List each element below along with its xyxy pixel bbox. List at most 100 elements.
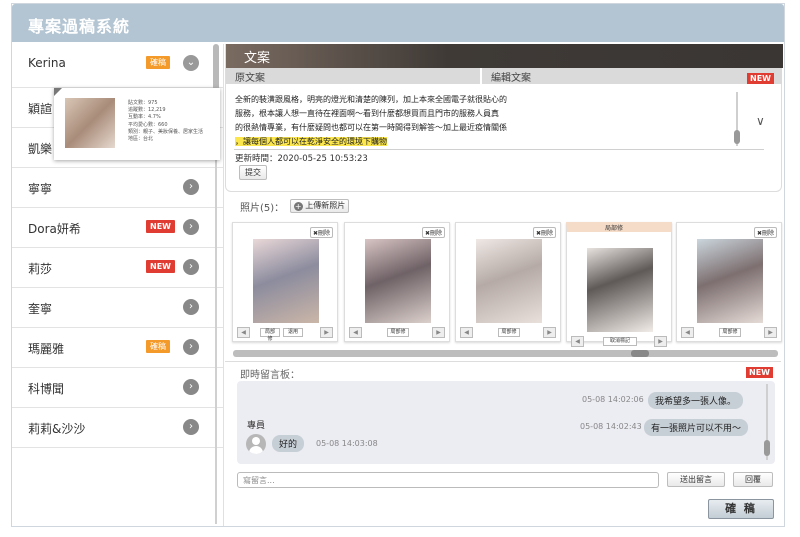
status-badge: 確稿 bbox=[146, 340, 170, 353]
copy-panel: 文案 原文案 編輯文案 NEW 全新的裝潢跟風格，明亮的燈光和清楚的陳列，加上本… bbox=[225, 44, 783, 192]
photo-action-button[interactable]: 局部修 bbox=[387, 328, 409, 337]
chevron-right-icon[interactable]: › bbox=[183, 179, 199, 195]
message-time: 05-08 14:02:43 bbox=[580, 422, 642, 431]
message-bubble: 我希望多一張人像。 bbox=[648, 392, 744, 409]
corner-marker bbox=[54, 88, 62, 96]
photo-card[interactable]: 局部修 ◀ ▶ 取消標記 bbox=[566, 222, 672, 347]
sidebar-item[interactable]: 奎寧 › bbox=[12, 288, 223, 328]
chat-label: 即時留言板： bbox=[240, 370, 300, 381]
sidebar-item-label: 寧寧 bbox=[28, 182, 53, 196]
sidebar-item[interactable]: Kerina 確稿 ⌄ bbox=[12, 44, 223, 88]
delete-photo-button[interactable]: ✖刪除 bbox=[753, 227, 777, 238]
arrow-right-icon[interactable]: ▶ bbox=[654, 336, 667, 347]
delete-photo-button[interactable]: ✖刪除 bbox=[532, 227, 556, 238]
sidebar-item[interactable]: 莉莎 NEW › bbox=[12, 248, 223, 288]
card-tag-label: 局部修 bbox=[605, 225, 624, 232]
copy-scrollbar[interactable] bbox=[734, 92, 740, 146]
copy-line: 的很熱情專業，有什麼疑問也都可以在第一時間得到解答～加上最近疫情關係 bbox=[235, 123, 507, 132]
arrow-right-icon[interactable]: ▶ bbox=[432, 327, 445, 338]
plus-icon: + bbox=[293, 202, 303, 211]
photo-card[interactable]: ✖刪除 ◀ ▶ 局部修 bbox=[455, 222, 561, 342]
edit-status-label: 局部修 bbox=[603, 223, 625, 232]
delete-photo-button[interactable]: ✖刪除 bbox=[421, 227, 445, 238]
upload-label: 上傳新照片 bbox=[305, 201, 346, 210]
sidebar-item[interactable]: 寧寧 › bbox=[12, 168, 223, 208]
sidebar-item-label: Dora妍希 bbox=[28, 222, 81, 236]
sidebar-item-label: 穎諠 bbox=[28, 102, 53, 116]
original-copy-column: 原文案 bbox=[226, 68, 480, 84]
photo-action-button[interactable]: 局部修 bbox=[719, 328, 741, 337]
copy-text[interactable]: 全新的裝潢跟風格，明亮的燈光和清楚的陳列，加上本來全國電子就很貼心的 服務，根本… bbox=[235, 93, 725, 149]
sidebar-item-label: 科博聞 bbox=[28, 382, 65, 396]
arrow-left-icon[interactable]: ◀ bbox=[681, 327, 694, 338]
send-message-button[interactable]: 送出留言 bbox=[667, 472, 725, 487]
chevron-right-icon[interactable]: › bbox=[183, 219, 199, 235]
delete-photo-button[interactable]: ✖刪除 bbox=[309, 227, 333, 238]
photo-action-button[interactable]: 局部修 bbox=[498, 328, 520, 337]
creator-stats: 貼文數：975 追蹤數：12,219 互動率：4.7% 平均愛心數：660 類別：親子、… bbox=[128, 100, 203, 143]
creator-preview-popup: 貼文數：975 追蹤數：12,219 互動率：4.7% 平均愛心數：660 類別：親子、… bbox=[54, 88, 220, 160]
arrow-left-icon[interactable]: ◀ bbox=[571, 336, 584, 347]
edited-copy-column: 編輯文案 bbox=[482, 68, 782, 84]
photo-action-button[interactable]: 退用 bbox=[283, 328, 303, 337]
sidebar-item[interactable]: 科博聞 › bbox=[12, 368, 223, 408]
copy-new-badge: NEW bbox=[747, 73, 774, 84]
submit-button[interactable]: 提交 bbox=[239, 165, 267, 180]
card-tag-label: 刪除 bbox=[429, 230, 442, 237]
arrow-right-icon[interactable]: ▶ bbox=[320, 327, 333, 338]
sidebar-item-label: 莉莉&沙沙 bbox=[28, 422, 86, 436]
photo-action-button[interactable]: 局部修 bbox=[260, 328, 280, 342]
photo-thumbnail[interactable] bbox=[253, 239, 319, 323]
sidebar-item[interactable]: Dora妍希 NEW › bbox=[12, 208, 223, 248]
chat-scrollbar[interactable] bbox=[763, 384, 771, 460]
confirm-button[interactable]: 確 稿 bbox=[708, 499, 774, 519]
arrow-right-icon[interactable]: ▶ bbox=[764, 327, 777, 338]
photo-card[interactable]: ✖刪除 ◀ ▶ 局部修 bbox=[344, 222, 450, 342]
app-title: 專案過稿系統 bbox=[12, 4, 784, 42]
upload-photo-button[interactable]: + 上傳新照片 bbox=[290, 199, 349, 213]
arrow-right-icon[interactable]: ▶ bbox=[543, 327, 556, 338]
message-input[interactable] bbox=[237, 472, 659, 488]
photo-card[interactable]: ✖刪除 ◀ ▶ 局部修 退用 bbox=[232, 222, 338, 342]
arrow-left-icon[interactable]: ◀ bbox=[349, 327, 362, 338]
status-badge: 確稿 bbox=[146, 56, 170, 69]
chevron-down-icon[interactable]: ∨ bbox=[756, 114, 765, 128]
card-tag-label: 刪除 bbox=[761, 230, 774, 237]
photo-thumbnail[interactable] bbox=[587, 248, 653, 332]
copy-header: 文案 bbox=[226, 44, 783, 68]
status-badge: NEW bbox=[146, 260, 175, 273]
chat-area: 05-08 14:02:06 我希望多一張人像。 05-08 14:02:43 … bbox=[237, 381, 775, 464]
copy-line: 全新的裝潢跟風格，明亮的燈光和清楚的陳列，加上本來全國電子就很貼心的 bbox=[235, 95, 507, 104]
stat-line: 類別：親子、美妝保養、居家生活 bbox=[128, 128, 204, 135]
chevron-right-icon[interactable]: › bbox=[183, 299, 199, 315]
sidebar-item[interactable]: 莉莉&沙沙 › bbox=[12, 408, 223, 448]
message-bubble: 好的 bbox=[272, 435, 305, 452]
stat-line: 地區：台北 bbox=[128, 136, 154, 143]
chevron-right-icon[interactable]: › bbox=[183, 339, 199, 355]
chevron-right-icon[interactable]: › bbox=[183, 259, 199, 275]
sender-name: 專員 bbox=[247, 421, 266, 431]
photos-scrollbar[interactable] bbox=[233, 350, 778, 357]
card-tag-label: 刪除 bbox=[540, 230, 553, 237]
chevron-down-icon[interactable]: ⌄ bbox=[183, 55, 199, 71]
copy-highlight-line: ，讓每個人都可以在乾淨安全的環境下購物 bbox=[235, 137, 387, 146]
photos-label: 照片(5)： bbox=[240, 203, 285, 214]
photo-thumbnail[interactable] bbox=[365, 239, 431, 323]
sidebar-item[interactable]: 瑪麗雅 確稿 › bbox=[12, 328, 223, 368]
arrow-left-icon[interactable]: ◀ bbox=[460, 327, 473, 338]
message-bubble: 有一張照片可以不用～ bbox=[644, 419, 749, 436]
chevron-right-icon[interactable]: › bbox=[183, 419, 199, 435]
arrow-left-icon[interactable]: ◀ bbox=[237, 327, 250, 338]
message-time: 05-08 14:03:08 bbox=[316, 439, 378, 448]
user-avatar-icon bbox=[246, 434, 266, 454]
photo-action-button[interactable]: 取消標記 bbox=[603, 337, 637, 346]
reply-button[interactable]: 回覆 bbox=[733, 472, 773, 487]
photo-thumbnail[interactable] bbox=[697, 239, 763, 323]
sidebar-item-label: 凱樂 bbox=[28, 142, 53, 156]
sidebar-item-label: 奎寧 bbox=[28, 302, 53, 316]
chevron-right-icon[interactable]: › bbox=[183, 379, 199, 395]
copy-line: 服務，根本讓人想一直待在裡面啊～看到什麼都想買而且門市的服務人員真 bbox=[235, 109, 499, 118]
photo-thumbnail[interactable] bbox=[476, 239, 542, 323]
photo-card[interactable]: ✖刪除 ◀ ▶ 局部修 bbox=[676, 222, 782, 342]
message-time: 05-08 14:02:06 bbox=[582, 395, 644, 404]
